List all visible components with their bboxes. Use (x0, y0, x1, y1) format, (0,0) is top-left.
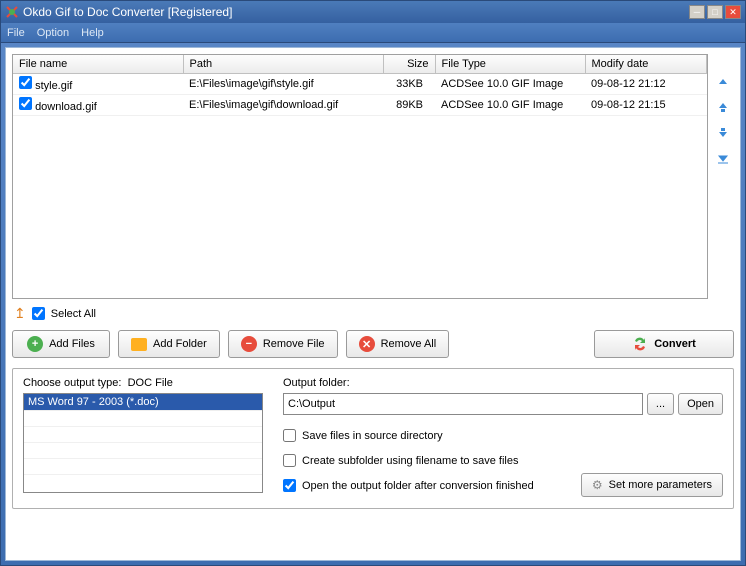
browse-button[interactable]: ... (647, 393, 674, 415)
move-up-button[interactable] (714, 98, 732, 116)
output-folder-label: Output folder: (283, 377, 723, 389)
cell-path: E:\Files\image\gif\style.gif (183, 74, 383, 95)
titlebar: Okdo Gif to Doc Converter [Registered] ─… (1, 1, 745, 23)
output-folder-column: Output folder: ... Open Save files in so… (283, 377, 723, 498)
select-all-checkbox[interactable] (32, 307, 45, 320)
open-folder-button[interactable]: Open (678, 393, 723, 415)
col-modify[interactable]: Modify date (585, 55, 707, 74)
select-all-label: Select All (51, 308, 96, 320)
reorder-buttons (712, 54, 734, 299)
remove-all-label: Remove All (381, 338, 437, 350)
app-icon (5, 5, 19, 19)
menu-option[interactable]: Option (37, 27, 69, 39)
maximize-button[interactable]: □ (707, 5, 723, 19)
output-type-list[interactable]: MS Word 97 - 2003 (*.doc) (23, 393, 263, 493)
action-button-row: + Add Files Add Folder − Remove File ✕ R… (12, 330, 734, 368)
menubar: File Option Help (1, 23, 745, 43)
content-area: File name Path Size File Type Modify dat… (5, 47, 741, 561)
open-after-label: Open the output folder after conversion … (302, 480, 534, 492)
open-after-row: Open the output folder after conversion … (283, 479, 571, 492)
cell-name: style.gif (35, 80, 72, 92)
add-files-label: Add Files (49, 338, 95, 350)
table-row[interactable]: download.gif E:\Files\image\gif\download… (13, 95, 707, 116)
cell-type: ACDSee 10.0 GIF Image (435, 95, 585, 116)
create-subfolder-label: Create subfolder using filename to save … (302, 455, 518, 467)
menu-help[interactable]: Help (81, 27, 104, 39)
remove-all-button[interactable]: ✕ Remove All (346, 330, 450, 358)
remove-all-icon: ✕ (359, 336, 375, 352)
convert-button[interactable]: Convert (594, 330, 734, 358)
row-checkbox[interactable] (19, 76, 32, 89)
table-row[interactable]: style.gif E:\Files\image\gif\style.gif 3… (13, 74, 707, 95)
menu-file[interactable]: File (7, 27, 25, 39)
move-bottom-button[interactable] (714, 150, 732, 168)
remove-file-label: Remove File (263, 338, 325, 350)
create-subfolder-row: Create subfolder using filename to save … (283, 454, 723, 467)
add-files-button[interactable]: + Add Files (12, 330, 110, 358)
cell-size: 33KB (383, 74, 435, 95)
move-down-button[interactable] (714, 124, 732, 142)
more-params-label: Set more parameters (609, 479, 712, 491)
minus-icon: − (241, 336, 257, 352)
output-type-column: Choose output type: DOC File MS Word 97 … (23, 377, 263, 498)
save-in-source-checkbox[interactable] (283, 429, 296, 442)
col-filetype[interactable]: File Type (435, 55, 585, 74)
set-more-parameters-button[interactable]: ⚙ Set more parameters (581, 473, 723, 497)
cell-name: download.gif (35, 101, 97, 113)
app-window: Okdo Gif to Doc Converter [Registered] ─… (0, 0, 746, 566)
col-path[interactable]: Path (183, 55, 383, 74)
close-button[interactable]: ✕ (725, 5, 741, 19)
convert-label: Convert (654, 338, 696, 350)
add-folder-button[interactable]: Add Folder (118, 330, 220, 358)
select-all-row: ↥ Select All (12, 299, 734, 330)
window-controls: ─ □ ✕ (689, 5, 741, 19)
create-subfolder-checkbox[interactable] (283, 454, 296, 467)
output-folder-input[interactable] (283, 393, 643, 415)
file-area: File name Path Size File Type Modify dat… (12, 54, 734, 299)
folder-icon (131, 338, 147, 351)
up-level-icon[interactable]: ↥ (14, 305, 26, 322)
output-settings-panel: Choose output type: DOC File MS Word 97 … (12, 368, 734, 509)
save-in-source-row: Save files in source directory (283, 429, 723, 442)
open-after-checkbox[interactable] (283, 479, 296, 492)
cell-path: E:\Files\image\gif\download.gif (183, 95, 383, 116)
row-checkbox[interactable] (19, 97, 32, 110)
col-filename[interactable]: File name (13, 55, 183, 74)
output-type-item[interactable]: MS Word 97 - 2003 (*.doc) (24, 394, 262, 410)
output-folder-row: ... Open (283, 393, 723, 415)
cell-modify: 09-08-12 21:15 (585, 95, 707, 116)
window-title: Okdo Gif to Doc Converter [Registered] (23, 5, 689, 19)
file-table-container: File name Path Size File Type Modify dat… (12, 54, 708, 299)
gear-icon: ⚙ (592, 478, 603, 492)
remove-file-button[interactable]: − Remove File (228, 330, 338, 358)
minimize-button[interactable]: ─ (689, 5, 705, 19)
output-type-label: Choose output type: DOC File (23, 377, 263, 389)
cell-size: 89KB (383, 95, 435, 116)
save-in-source-label: Save files in source directory (302, 430, 443, 442)
add-folder-label: Add Folder (153, 338, 207, 350)
cell-modify: 09-08-12 21:12 (585, 74, 707, 95)
file-table: File name Path Size File Type Modify dat… (13, 55, 707, 116)
convert-icon (632, 336, 648, 352)
col-size[interactable]: Size (383, 55, 435, 74)
cell-type: ACDSee 10.0 GIF Image (435, 74, 585, 95)
plus-icon: + (27, 336, 43, 352)
move-top-button[interactable] (714, 72, 732, 90)
